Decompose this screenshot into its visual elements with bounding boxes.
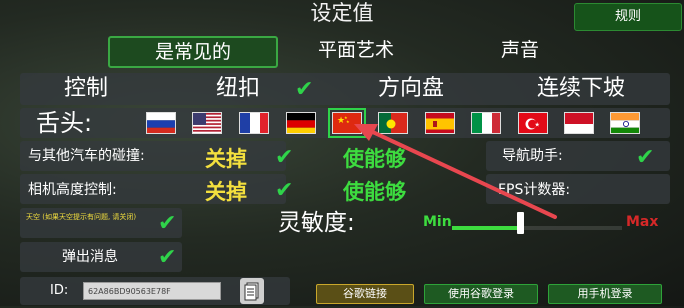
flag-germany-icon[interactable] (286, 112, 316, 134)
collision-off-option[interactable]: 关掉 (205, 143, 247, 173)
sky-check-icon[interactable]: ✔ (158, 213, 176, 235)
copy-icon (244, 282, 259, 301)
camera-off-option[interactable]: 关掉 (205, 176, 247, 206)
control-downhill-option[interactable]: 连续下坡 (537, 74, 625, 104)
flag-spain-icon[interactable] (425, 112, 455, 134)
camera-height-label: 相机高度控制: (28, 182, 117, 198)
svg-text:★: ★ (535, 122, 540, 129)
sensitivity-slider-fill (452, 226, 520, 230)
flag-france-icon[interactable] (239, 112, 269, 134)
svg-text:★: ★ (346, 119, 350, 124)
language-label: 舌头: (36, 109, 93, 137)
popup-messages-label: 弹出消息 (62, 249, 118, 265)
buttons-check-icon: ✔ (295, 77, 314, 102)
google-login-button[interactable]: 使用谷歌登录 (424, 284, 538, 304)
sensitivity-min-label: Min (423, 214, 452, 230)
collision-check-icon: ✔ (275, 145, 294, 170)
control-steering-option[interactable]: 方向盘 (378, 74, 444, 104)
flag-india-icon[interactable] (610, 112, 640, 134)
flag-china-icon[interactable]: ★ ★ ★ (328, 108, 366, 138)
tab-graphics[interactable]: 平面艺术 (296, 36, 416, 64)
fps-counter-label: FPS计数器: (498, 182, 571, 198)
sensitivity-max-label: Max (626, 214, 659, 230)
tab-general[interactable]: 是常见的 (108, 36, 278, 68)
control-buttons-option[interactable]: 纽扣 (216, 74, 260, 104)
flag-portugal-icon[interactable] (378, 112, 408, 134)
copy-id-button[interactable] (240, 278, 264, 304)
flag-russia-icon[interactable] (146, 112, 176, 134)
camera-enable-option[interactable]: 使能够 (343, 176, 406, 206)
sky-label: 天空 (如果天空提示有问题, 请关闭) (26, 213, 137, 221)
id-label: ID: (50, 283, 69, 298)
nav-assist-check-icon[interactable]: ✔ (636, 147, 654, 169)
popup-check-icon[interactable]: ✔ (158, 247, 176, 269)
google-link-button[interactable]: 谷歌链接 (316, 284, 414, 304)
flag-turkey-icon[interactable]: ★ (518, 112, 548, 134)
collision-enable-option[interactable]: 使能够 (343, 143, 406, 173)
tab-sound[interactable]: 声音 (480, 36, 560, 64)
sensitivity-slider-handle[interactable] (517, 212, 524, 234)
flag-usa-icon[interactable] (192, 112, 222, 134)
camera-check-icon: ✔ (275, 178, 294, 203)
sensitivity-label: 灵敏度: (278, 210, 355, 236)
controls-label: 控制 (64, 76, 109, 101)
collision-label: 与其他汽车的碰撞: (28, 148, 145, 164)
flag-indonesia-icon[interactable] (564, 112, 594, 134)
rules-button[interactable]: 规则 (574, 3, 682, 31)
phone-login-button[interactable]: 用手机登录 (548, 284, 662, 304)
nav-assist-label: 导航助手: (502, 148, 563, 164)
flag-italy-icon[interactable] (471, 112, 501, 134)
sensitivity-slider-track[interactable] (452, 212, 622, 234)
id-value-field: 62A86BD90563E78F (83, 282, 221, 300)
